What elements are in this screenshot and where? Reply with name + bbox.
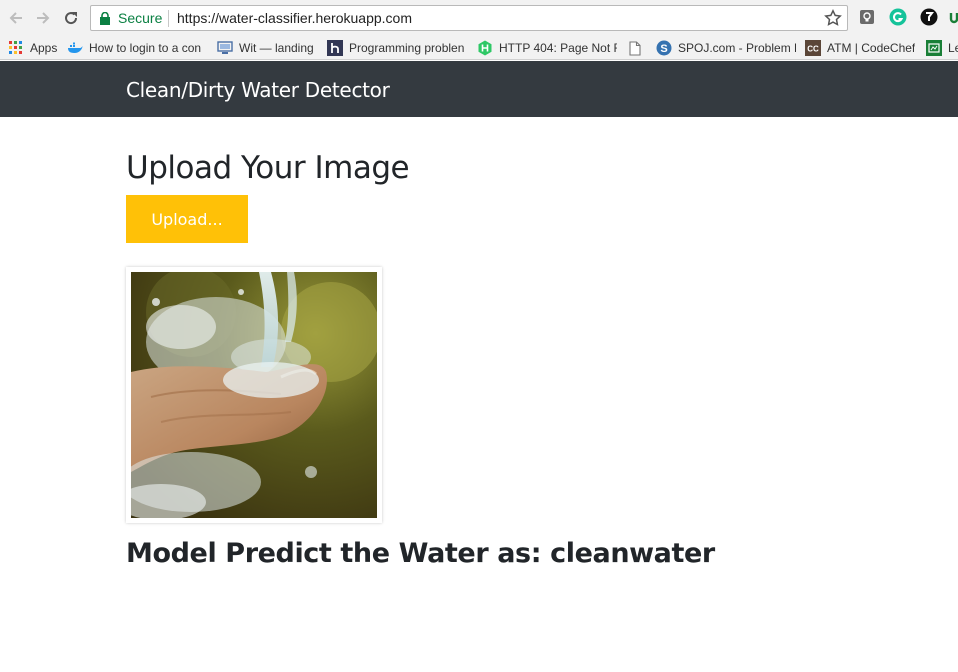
extension-icon[interactable] (920, 8, 938, 26)
uploaded-image-thumbnail (126, 267, 382, 523)
app-navbar: Clean/Dirty Water Detector (0, 61, 958, 117)
upload-button[interactable]: Upload... (126, 195, 248, 243)
spoj-icon: S (656, 40, 672, 56)
grammarly-icon[interactable] (889, 8, 907, 26)
docker-whale-icon (67, 40, 83, 56)
secure-label: Secure (118, 10, 163, 26)
bookmark-programming-problems[interactable]: Programming problen (327, 39, 467, 57)
svg-text:CC: CC (807, 45, 819, 54)
back-button[interactable] (5, 7, 27, 29)
bookmarks-bar: Apps How to login to a con Wit — landing… (0, 36, 958, 60)
bookmark-apps[interactable]: Apps (8, 39, 60, 57)
bookmark-label: How to login to a con (89, 41, 202, 55)
bookmark-label: Le (948, 41, 958, 55)
address-bar[interactable]: Secure https://water-classifier.herokuap… (90, 5, 848, 31)
bookmark-how-to-login[interactable]: How to login to a con (67, 39, 205, 57)
bookmark-label: Apps (30, 41, 58, 55)
extension-icon[interactable] (948, 8, 958, 26)
bookmark-label: Programming problen (349, 41, 465, 55)
keep-extension-icon[interactable] (858, 8, 876, 26)
uploaded-water-photo (131, 272, 377, 518)
hackerrank-icon (477, 40, 493, 56)
back-arrow-icon (9, 12, 22, 24)
bookmark-label: SPOJ.com - Problem P (678, 41, 796, 55)
bookmark-spoj[interactable]: S SPOJ.com - Problem P (656, 39, 796, 57)
leetcode-icon (926, 40, 942, 56)
bookmark-label: Wit — landing (239, 41, 314, 55)
svg-text:S: S (660, 43, 667, 55)
bookmark-label: ATM | CodeChef (827, 41, 916, 55)
hackerearth-icon (327, 40, 343, 56)
bookmark-star-icon[interactable] (824, 9, 842, 27)
bookmark-label: HTTP 404: Page Not F (499, 41, 617, 55)
reload-button[interactable] (60, 7, 82, 29)
forward-arrow-icon (37, 12, 50, 24)
url-text[interactable]: https://water-classifier.herokuapp.com (177, 10, 412, 26)
bookmark-blank-page[interactable] (627, 39, 647, 57)
reload-icon (65, 12, 78, 25)
apps-grid-icon (8, 40, 24, 56)
bookmark-http-404[interactable]: HTTP 404: Page Not F (477, 39, 617, 57)
lock-icon (100, 12, 110, 25)
prediction-result: Model Predict the Water as: cleanwater (126, 538, 715, 569)
codechef-icon: CC (805, 40, 821, 56)
navbar-brand[interactable]: Clean/Dirty Water Detector (126, 78, 390, 102)
forward-button[interactable] (32, 7, 54, 29)
address-divider (168, 10, 169, 27)
page-title: Upload Your Image (126, 150, 410, 186)
browser-toolbar: Secure https://water-classifier.herokuap… (0, 0, 958, 36)
blank-page-icon (627, 40, 643, 56)
bookmark-leetcode[interactable]: Le (926, 39, 958, 57)
bookmark-wit[interactable]: Wit — landing (217, 39, 318, 57)
wit-icon (217, 40, 233, 56)
bookmark-codechef[interactable]: CC ATM | CodeChef (805, 39, 917, 57)
